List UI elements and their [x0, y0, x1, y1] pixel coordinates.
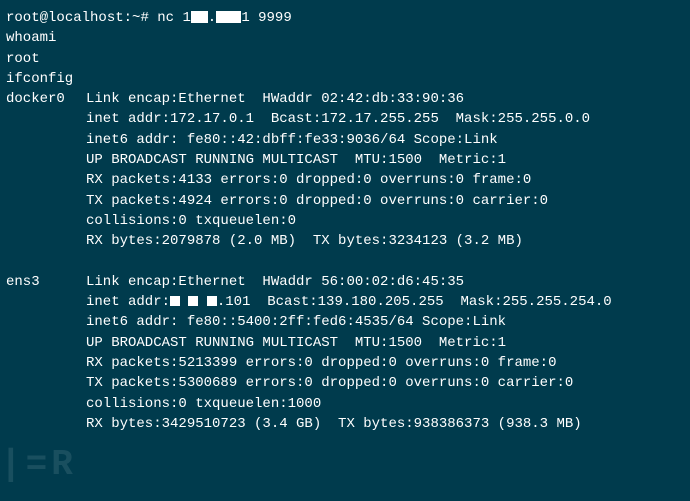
- ens3-collisions: collisions:0 txqueuelen:1000: [86, 394, 684, 414]
- redacted-addr-a: [170, 296, 180, 306]
- docker0-rx-packets: RX packets:4133 errors:0 dropped:0 overr…: [86, 170, 684, 190]
- output-whoami: root: [6, 49, 684, 69]
- watermark: |=R: [0, 439, 77, 491]
- docker0-inet6: inet6 addr: fe80::42:dbff:fe33:9036/64 S…: [86, 130, 684, 150]
- ens3-tx-packets: TX packets:5300689 errors:0 dropped:0 ov…: [86, 373, 684, 393]
- prompt-host: localhost: [48, 10, 124, 26]
- docker0-flags: UP BROADCAST RUNNING MULTICAST MTU:1500 …: [86, 150, 684, 170]
- redacted-addr-b: [188, 296, 198, 306]
- redacted-addr-c: [207, 296, 217, 306]
- iface-docker0: docker0 Link encap:Ethernet HWaddr 02:42…: [6, 89, 684, 251]
- ens3-inet6: inet6 addr: fe80::5400:2ff:fed6:4535/64 …: [86, 312, 684, 332]
- command-nc: nc 1: [157, 10, 191, 26]
- iface-ens3: ens3 Link encap:Ethernet HWaddr 56:00:02…: [6, 272, 684, 434]
- blank-line: [6, 252, 684, 272]
- prompt-symbol: #: [140, 10, 148, 26]
- command-whoami: whoami: [6, 28, 684, 48]
- prompt-user: root: [6, 10, 40, 26]
- ens3-flags: UP BROADCAST RUNNING MULTICAST MTU:1500 …: [86, 333, 684, 353]
- iface-name-ens3: ens3: [6, 272, 86, 434]
- ens3-inet: inet addr: .101 Bcast:139.180.205.255 Ma…: [86, 292, 684, 312]
- docker0-link: Link encap:Ethernet HWaddr 02:42:db:33:9…: [86, 89, 684, 109]
- shell-prompt-line[interactable]: root@localhost:~# nc 1 . 1 9999: [6, 8, 684, 28]
- docker0-bytes: RX bytes:2079878 (2.0 MB) TX bytes:32341…: [86, 231, 684, 251]
- redacted-ip-a: [191, 11, 208, 23]
- iface-name-docker0: docker0: [6, 89, 86, 251]
- ens3-rx-packets: RX packets:5213399 errors:0 dropped:0 ov…: [86, 353, 684, 373]
- ens3-bytes: RX bytes:3429510723 (3.4 GB) TX bytes:93…: [86, 414, 684, 434]
- command-ifconfig: ifconfig: [6, 69, 684, 89]
- docker0-collisions: collisions:0 txqueuelen:0: [86, 211, 684, 231]
- redacted-ip-b: [216, 11, 241, 23]
- docker0-inet: inet addr:172.17.0.1 Bcast:172.17.255.25…: [86, 109, 684, 129]
- ens3-link: Link encap:Ethernet HWaddr 56:00:02:d6:4…: [86, 272, 684, 292]
- docker0-tx-packets: TX packets:4924 errors:0 dropped:0 overr…: [86, 191, 684, 211]
